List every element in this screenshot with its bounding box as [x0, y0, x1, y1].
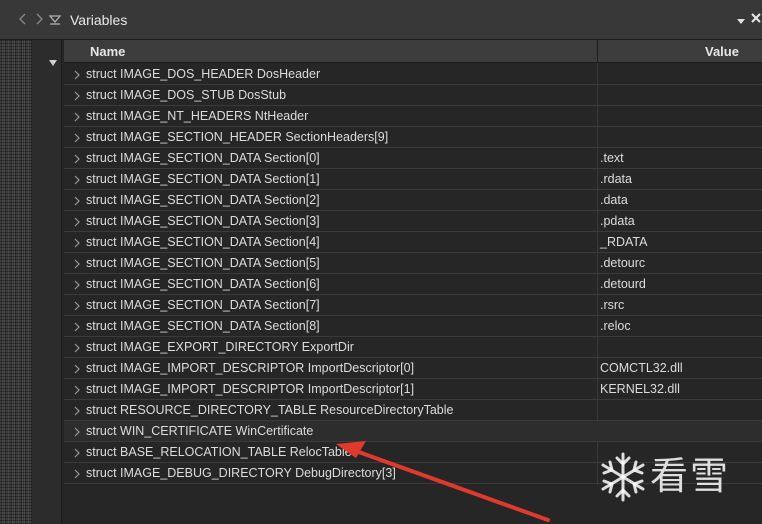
table-row[interactable]: struct RESOURCE_DIRECTORY_TABLE Resource…	[64, 400, 762, 421]
variable-name: struct IMAGE_SECTION_DATA Section[4]	[86, 235, 320, 249]
expand-chevron-icon[interactable]	[73, 257, 81, 269]
table-row[interactable]: struct IMAGE_SECTION_DATA Section[1] .rda…	[64, 169, 762, 190]
variable-name: struct BASE_RELOCATION_TABLE RelocTable	[86, 445, 352, 459]
variable-value: .rdata	[600, 172, 632, 186]
column-divider[interactable]	[597, 40, 598, 63]
expand-chevron-icon[interactable]	[73, 425, 81, 437]
expand-chevron-icon[interactable]	[73, 110, 81, 122]
table-row[interactable]: struct IMAGE_SECTION_DATA Section[3] .pda…	[64, 211, 762, 232]
expand-chevron-icon[interactable]	[73, 362, 81, 374]
table-row[interactable]: struct IMAGE_SECTION_DATA Section[5] .det…	[64, 253, 762, 274]
variable-name: struct IMAGE_SECTION_DATA Section[0]	[86, 151, 320, 165]
expand-chevron-icon[interactable]	[73, 404, 81, 416]
panel-titlebar: Variables	[0, 0, 762, 40]
variable-name: struct IMAGE_DEBUG_DIRECTORY DebugDirect…	[86, 466, 396, 480]
column-header-value[interactable]: Value	[705, 44, 739, 59]
variable-name: struct IMAGE_SECTION_DATA Section[7]	[86, 298, 320, 312]
variable-name: struct WIN_CERTIFICATE WinCertificate	[86, 424, 314, 438]
dropdown-menu-icon[interactable]	[735, 14, 747, 26]
variable-value: .reloc	[600, 319, 631, 333]
table-row[interactable]: struct IMAGE_DOS_HEADER DosHeader	[64, 64, 762, 85]
table-row[interactable]: struct IMAGE_SECTION_DATA Section[6] .det…	[64, 274, 762, 295]
variable-name: struct IMAGE_IMPORT_DESCRIPTOR ImportDes…	[86, 361, 415, 375]
watermark: 看雪	[598, 450, 748, 504]
expand-chevron-icon[interactable]	[73, 467, 81, 479]
table-header: Name Value	[64, 40, 762, 63]
expand-chevron-icon[interactable]	[73, 383, 81, 395]
expand-chevron-icon[interactable]	[73, 236, 81, 248]
expand-chevron-icon[interactable]	[73, 68, 81, 80]
variable-name: struct IMAGE_SECTION_HEADER SectionHeade…	[86, 130, 389, 144]
expand-chevron-icon[interactable]	[73, 89, 81, 101]
chevron-right-icon[interactable]	[32, 12, 46, 26]
expand-chevron-icon[interactable]	[73, 278, 81, 290]
expand-chevron-icon[interactable]	[73, 173, 81, 185]
variable-name: struct IMAGE_SECTION_DATA Section[6]	[86, 277, 320, 291]
variable-name: struct IMAGE_EXPORT_DIRECTORY ExportDir	[86, 340, 354, 354]
table-row[interactable]: struct IMAGE_SECTION_DATA Section[2] .dat…	[64, 190, 762, 211]
table-row[interactable]: struct IMAGE_DOS_STUB DosStub	[64, 85, 762, 106]
expand-chevron-icon[interactable]	[73, 131, 81, 143]
expand-chevron-icon[interactable]	[73, 152, 81, 164]
variable-value: .pdata	[600, 214, 635, 228]
table-row[interactable]: struct IMAGE_SECTION_DATA Section[4] _RDA…	[64, 232, 762, 253]
variable-value: .detourd	[600, 277, 646, 291]
variable-name: struct IMAGE_DOS_HEADER DosHeader	[86, 67, 321, 81]
expand-chevron-icon[interactable]	[73, 299, 81, 311]
code-minimap	[0, 40, 32, 524]
table-row[interactable]: struct IMAGE_EXPORT_DIRECTORY ExportDir	[64, 337, 762, 358]
variable-name: struct IMAGE_IMPORT_DESCRIPTOR ImportDes…	[86, 382, 415, 396]
variable-value: .detourc	[600, 256, 646, 270]
expand-chevron-icon[interactable]	[73, 341, 81, 353]
table-row[interactable]: struct IMAGE_SECTION_DATA Section[0] .tex…	[64, 148, 762, 169]
table-row[interactable]: struct IMAGE_SECTION_DATA Section[8] .rel…	[64, 316, 762, 337]
variable-name: struct IMAGE_NT_HEADERS NtHeader	[86, 109, 309, 123]
variable-name: struct IMAGE_SECTION_DATA Section[8]	[86, 319, 320, 333]
variable-name: struct RESOURCE_DIRECTORY_TABLE Resource…	[86, 403, 454, 417]
variable-name: struct IMAGE_SECTION_DATA Section[2]	[86, 193, 320, 207]
variable-value: .text	[600, 151, 624, 165]
variable-name: struct IMAGE_DOS_STUB DosStub	[86, 88, 287, 102]
table-row[interactable]: struct IMAGE_SECTION_HEADER SectionHeade…	[64, 127, 762, 148]
expand-chevron-icon[interactable]	[73, 446, 81, 458]
variable-value: COMCTL32.dll	[600, 361, 683, 375]
expand-chevron-icon[interactable]	[73, 215, 81, 227]
variable-value: _RDATA	[600, 235, 648, 249]
triangle-down-icon[interactable]	[48, 12, 62, 26]
collapse-arrow-icon[interactable]	[49, 53, 57, 66]
expand-chevron-icon[interactable]	[73, 320, 81, 332]
table-row[interactable]: struct WIN_CERTIFICATE WinCertificate	[64, 421, 762, 442]
variable-name: struct IMAGE_SECTION_DATA Section[3]	[86, 214, 320, 228]
close-icon[interactable]	[750, 12, 762, 26]
watermark-text: 看雪	[650, 454, 731, 498]
table-row[interactable]: struct IMAGE_IMPORT_DESCRIPTOR ImportDes…	[64, 379, 762, 400]
tree-gutter	[32, 40, 62, 524]
variable-name: struct IMAGE_SECTION_DATA Section[5]	[86, 256, 320, 270]
table-row[interactable]: struct IMAGE_SECTION_DATA Section[7] .rsr…	[64, 295, 762, 316]
table-row[interactable]: struct IMAGE_NT_HEADERS NtHeader	[64, 106, 762, 127]
chevron-left-icon[interactable]	[16, 12, 30, 26]
variable-value: .data	[600, 193, 628, 207]
snowflake-icon	[601, 452, 645, 502]
table-row[interactable]: struct IMAGE_IMPORT_DESCRIPTOR ImportDes…	[64, 358, 762, 379]
column-header-name[interactable]: Name	[90, 44, 125, 59]
variable-value: KERNEL32.dll	[600, 382, 680, 396]
variable-value: .rsrc	[600, 298, 625, 312]
variable-name: struct IMAGE_SECTION_DATA Section[1]	[86, 172, 320, 186]
panel-title: Variables	[70, 12, 128, 28]
expand-chevron-icon[interactable]	[73, 194, 81, 206]
variables-window: Variables Name Value struct IMAGE_DOS_HE…	[0, 0, 762, 524]
table-body: struct IMAGE_DOS_HEADER DosHeader struct …	[64, 64, 762, 484]
